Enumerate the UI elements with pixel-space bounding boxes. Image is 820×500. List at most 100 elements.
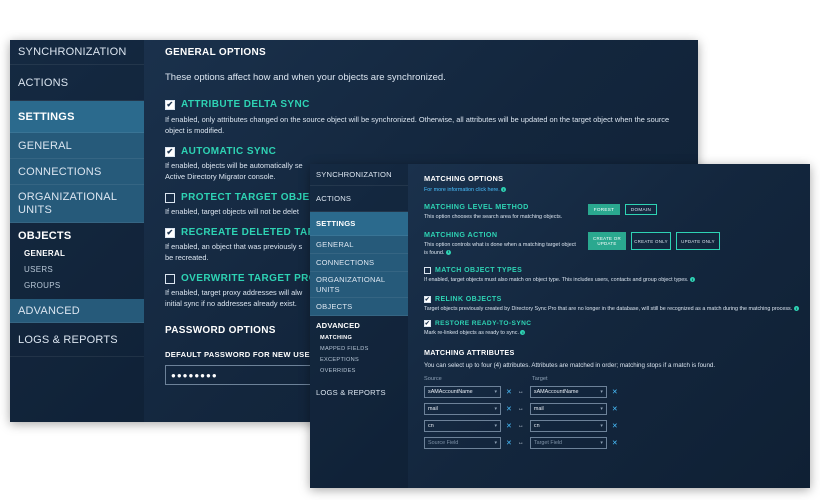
subnav-mapped-fields[interactable]: MAPPED FIELDS (310, 343, 408, 354)
target-column-label: Target (532, 375, 548, 382)
attribute-rows: sAMAccountName ▾ ✕ ↔ sAMAccountName ▾ ✕ ma… (424, 385, 800, 449)
source-select[interactable]: mail ▾ (424, 402, 501, 415)
forest-button[interactable]: FOREST (588, 204, 620, 215)
source-select[interactable]: sAMAccountName ▾ (424, 385, 501, 398)
sidebar: SYNCHRONIZATION ACTIONS SETTINGS GENERAL… (10, 40, 144, 422)
chevron-down-icon: ▾ (600, 422, 603, 429)
nav-general[interactable]: GENERAL (10, 133, 144, 159)
nav-connections[interactable]: CONNECTIONS (10, 159, 144, 185)
source-select[interactable]: Source Field ▾ (424, 436, 501, 449)
option-title: OVERWRITE TARGET PRO (181, 273, 317, 284)
target-select[interactable]: Target Field ▾ (529, 436, 607, 449)
nav-actions[interactable]: ACTIONS (310, 186, 408, 212)
nav-synchronization[interactable]: SYNCHRONIZATION (310, 164, 408, 186)
content-pane: MATCHING OPTIONS For more information cl… (408, 164, 810, 488)
nav-synchronization[interactable]: SYNCHRONIZATION (10, 40, 144, 65)
page-title: GENERAL OPTIONS (165, 47, 266, 58)
chevron-down-icon: ▾ (600, 439, 603, 446)
matching-options-window: SYNCHRONIZATION ACTIONS SETTINGS GENERAL… (310, 164, 810, 488)
update-only-button[interactable]: UPDATE ONLY (676, 232, 720, 250)
subnav-users[interactable]: USERS (10, 261, 144, 277)
password-input[interactable]: ●●●●●●●● (165, 365, 315, 385)
option-match-object-types: MATCH OBJECT TYPES If enabled, target ob… (424, 267, 800, 283)
source-select[interactable]: cn ▾ (424, 419, 501, 432)
attribute-row: mail ▾ ✕ ↔ mail ▾ ✕ (424, 402, 800, 415)
chevron-down-icon: ▾ (494, 388, 497, 395)
nav-logs-reports[interactable]: LOGS & REPORTS (10, 323, 144, 357)
matching-attributes-heading: MATCHING ATTRIBUTES (424, 347, 515, 357)
checkbox-overwrite-target-proxy[interactable] (165, 273, 175, 284)
chevron-down-icon: ▾ (494, 422, 497, 429)
chevron-down-icon: ▾ (494, 439, 497, 446)
checkbox-restore-ready-to-sync[interactable]: ✔ (424, 319, 431, 327)
checkbox-automatic-sync[interactable]: ✔ (165, 146, 175, 157)
nav-objects[interactable]: OBJECTS (310, 298, 408, 316)
swap-arrows-icon: ↔ (517, 422, 524, 429)
subnav-overrides[interactable]: OVERRIDES (310, 365, 408, 376)
chevron-down-icon: ▾ (494, 405, 497, 412)
clear-source-icon[interactable]: ✕ (506, 405, 512, 413)
option-title: RELINK OBJECTS (435, 296, 502, 303)
target-select[interactable]: sAMAccountName ▾ (529, 385, 607, 398)
option-title: RESTORE READY-TO-SYNC (435, 319, 532, 327)
source-column-label: Source (424, 375, 442, 382)
info-icon[interactable]: i (520, 329, 526, 335)
subnav-groups[interactable]: GROUPS (10, 277, 144, 293)
option-title: ATTRIBUTE DELTA SYNC (181, 99, 310, 110)
checkbox-attribute-delta-sync[interactable]: ✔ (165, 99, 175, 110)
nav-advanced[interactable]: ADVANCED (310, 316, 408, 332)
domain-button[interactable]: DOMAIN (625, 204, 657, 215)
attribute-row: Source Field ▾ ✕ ↔ Target Field ▾ ✕ (424, 436, 800, 449)
subnav-matching[interactable]: MATCHING (310, 332, 408, 343)
clear-target-icon[interactable]: ✕ (612, 422, 618, 430)
clear-target-icon[interactable]: ✕ (612, 388, 618, 396)
nav-logs-reports[interactable]: LOGS & REPORTS (310, 380, 408, 404)
info-icon[interactable]: i (501, 187, 507, 193)
matching-level-section: MATCHING LEVEL METHOD This option choose… (424, 202, 800, 220)
matching-action-section: MATCHING ACTION This option controls wha… (424, 230, 800, 257)
info-icon[interactable]: i (690, 277, 695, 283)
clear-source-icon[interactable]: ✕ (506, 422, 512, 430)
attribute-row: sAMAccountName ▾ ✕ ↔ sAMAccountName ▾ ✕ (424, 385, 800, 398)
matching-level-heading: MATCHING LEVEL METHOD (424, 202, 529, 211)
clear-target-icon[interactable]: ✕ (612, 439, 618, 447)
swap-arrows-icon: ↔ (517, 388, 524, 395)
nav-settings[interactable]: SETTINGS (310, 212, 408, 236)
clear-source-icon[interactable]: ✕ (506, 388, 512, 396)
matching-attributes-desc: You can select up to four (4) attributes… (424, 361, 716, 369)
create-or-update-button[interactable]: CREATE OR UPDATE (588, 232, 626, 250)
nav-settings[interactable]: SETTINGS (10, 101, 144, 133)
target-select[interactable]: cn ▾ (529, 419, 607, 432)
nav-connections[interactable]: CONNECTIONS (310, 254, 408, 272)
clear-source-icon[interactable]: ✕ (506, 439, 512, 447)
subnav-exceptions[interactable]: EXCEPTIONS (310, 354, 408, 365)
subnav-general[interactable]: GENERAL (10, 245, 144, 261)
nav-general[interactable]: GENERAL (310, 236, 408, 254)
option-title: AUTOMATIC SYNC (181, 146, 277, 157)
nav-advanced[interactable]: ADVANCED (10, 299, 144, 323)
clear-target-icon[interactable]: ✕ (612, 405, 618, 413)
info-icon[interactable]: i (793, 306, 799, 312)
target-select[interactable]: mail ▾ (529, 402, 607, 415)
nav-organizational-units[interactable]: ORGANIZATIONAL UNITS (10, 185, 144, 223)
option-desc: If enabled, only attributes changed on t… (165, 115, 670, 135)
option-desc: Target objects previously created by Dir… (424, 306, 793, 312)
checkbox-match-object-types[interactable] (424, 267, 431, 274)
sidebar: SYNCHRONIZATION ACTIONS SETTINGS GENERAL… (310, 164, 408, 488)
checkbox-recreate-deleted-targets[interactable]: ✔ (165, 227, 175, 238)
checkbox-relink-objects[interactable]: ✔ (424, 296, 431, 303)
more-info-link[interactable]: For more information click here. (424, 187, 500, 193)
matching-action-heading: MATCHING ACTION (424, 230, 498, 239)
nav-actions[interactable]: ACTIONS (10, 65, 144, 101)
nav-objects[interactable]: OBJECTS (10, 223, 144, 245)
option-title: MATCH OBJECT TYPES (435, 267, 523, 274)
option-title: RECREATE DELETED TARG (181, 227, 324, 238)
nav-organizational-units[interactable]: ORGANIZATIONAL UNITS (310, 272, 408, 298)
info-icon[interactable]: i (445, 249, 451, 255)
option-relink-objects: ✔ RELINK OBJECTS Target objects previous… (424, 296, 800, 314)
page-title: MATCHING OPTIONS (424, 174, 504, 183)
chevron-down-icon: ▾ (600, 405, 603, 412)
create-only-button[interactable]: CREATE ONLY (631, 232, 671, 250)
attribute-row: cn ▾ ✕ ↔ cn ▾ ✕ (424, 419, 800, 432)
checkbox-protect-target-objects[interactable] (165, 192, 175, 203)
